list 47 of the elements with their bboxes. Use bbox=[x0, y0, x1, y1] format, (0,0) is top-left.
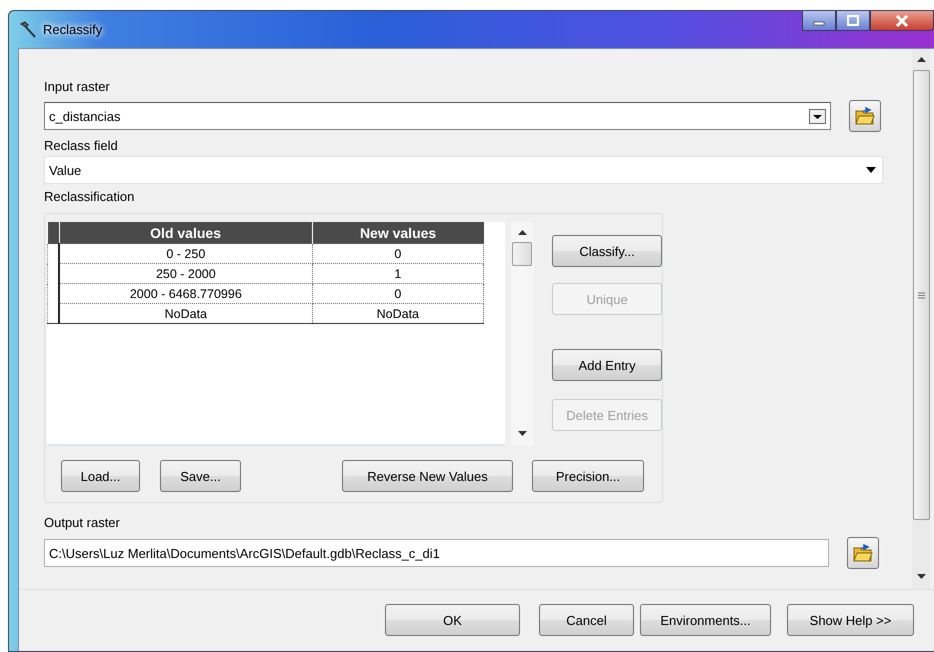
field-label: Reclass field bbox=[44, 138, 119, 154]
folder-icon bbox=[853, 544, 873, 562]
browse-button[interactable] bbox=[849, 100, 881, 132]
dropdown-arrow-icon bbox=[866, 167, 876, 173]
maximize-icon bbox=[847, 15, 859, 26]
reclass-button[interactable]: Reverse New Values bbox=[342, 460, 513, 492]
scroll-up-icon bbox=[518, 230, 527, 235]
reclass-button[interactable]: Add Entry bbox=[552, 349, 662, 381]
input-raster-dropdown[interactable]: c_distancias bbox=[44, 102, 831, 130]
column-header: Old values bbox=[59, 222, 312, 244]
reclass-button[interactable]: Load... bbox=[61, 460, 140, 492]
dialog-button[interactable]: Show Help >> bbox=[787, 604, 914, 636]
table-scrollbar[interactable] bbox=[510, 222, 534, 446]
close-icon bbox=[895, 14, 909, 26]
grip-icon bbox=[918, 292, 924, 298]
group-label: Reclassification bbox=[44, 189, 136, 205]
scroll-down-icon bbox=[518, 431, 527, 436]
scroll-up-icon bbox=[916, 57, 926, 62]
vertical-scrollbar[interactable] bbox=[912, 49, 930, 589]
table-cell: 0 bbox=[312, 244, 484, 264]
output-raster-field[interactable]: C:\Users\Luz Merlita\Documents\ArcGIS\Default.gdb\Reclass_c_di1 bbox=[44, 539, 829, 567]
field-label: Output raster bbox=[44, 515, 121, 531]
field-label: Input raster bbox=[44, 79, 111, 95]
reclass-field-dropdown[interactable]: Value bbox=[44, 156, 883, 184]
scroll-thumb[interactable] bbox=[912, 70, 930, 520]
column-header: New values bbox=[312, 222, 484, 244]
dialog-button[interactable]: Cancel bbox=[539, 604, 634, 636]
window-title: Reclassify bbox=[43, 22, 102, 37]
table-cell: NoData bbox=[312, 304, 484, 324]
table-cell: 1 bbox=[312, 264, 484, 284]
table-cell: 0 bbox=[312, 284, 484, 304]
table-cell: NoData bbox=[59, 304, 312, 324]
reclass-button[interactable]: Classify... bbox=[552, 235, 662, 267]
table-cell: 250 - 2000 bbox=[59, 264, 312, 284]
reclass-button[interactable]: Precision... bbox=[532, 460, 644, 492]
folder-icon bbox=[855, 107, 875, 125]
minimize-button[interactable] bbox=[802, 10, 836, 31]
table-cell: 0 - 250 bbox=[59, 244, 312, 264]
dialog-button[interactable]: OK bbox=[385, 604, 520, 636]
maximize-button[interactable] bbox=[836, 10, 870, 31]
dialog-button[interactable]: Environments... bbox=[640, 604, 771, 636]
reclass-button[interactable]: Save... bbox=[160, 460, 241, 492]
close-button[interactable] bbox=[870, 10, 934, 31]
browse-button[interactable] bbox=[847, 537, 879, 569]
scroll-thumb[interactable] bbox=[512, 242, 532, 266]
table-cell: 2000 - 6468.770996 bbox=[59, 284, 312, 304]
scroll-down-icon bbox=[916, 574, 926, 579]
